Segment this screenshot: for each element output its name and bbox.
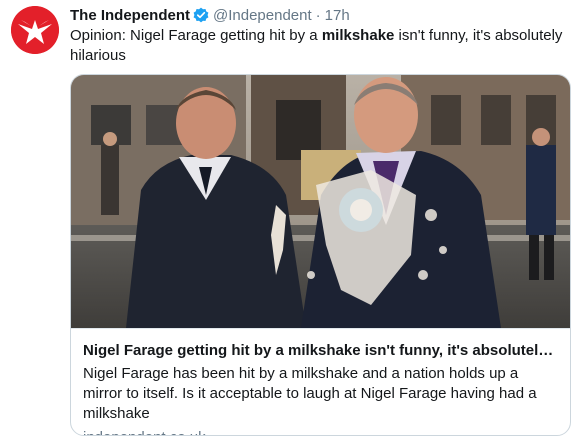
- tweet-text-part: Opinion: Nigel Farage getting hit by a: [70, 27, 322, 44]
- card-description: Nigel Farage has been hit by a milkshake…: [83, 365, 537, 422]
- display-name[interactable]: The Independent: [70, 7, 190, 24]
- card-body: Nigel Farage getting hit by a milkshake …: [71, 328, 570, 435]
- link-card[interactable]: Nigel Farage getting hit by a milkshake …: [70, 74, 571, 436]
- tweet: The Independent @Independent · 17h Opini…: [0, 0, 584, 446]
- avatar[interactable]: [11, 6, 59, 54]
- tweet-text-bold: milkshake: [321, 27, 395, 44]
- timestamp[interactable]: 17h: [325, 7, 350, 24]
- tweet-text: Opinion: Nigel Farage getting hit by a m…: [70, 26, 570, 66]
- independent-eagle-logo-icon: [11, 6, 59, 54]
- verified-badge-icon: [193, 7, 209, 23]
- card-domain[interactable]: independent.co.uk: [83, 428, 558, 435]
- card-title[interactable]: Nigel Farage getting hit by a milkshake …: [83, 341, 558, 361]
- handle[interactable]: @Independent: [213, 7, 312, 24]
- card-image[interactable]: [71, 75, 570, 328]
- card-photo: [71, 75, 570, 328]
- separator-dot: ·: [315, 6, 321, 24]
- tweet-header: The Independent @Independent · 17h: [70, 5, 350, 25]
